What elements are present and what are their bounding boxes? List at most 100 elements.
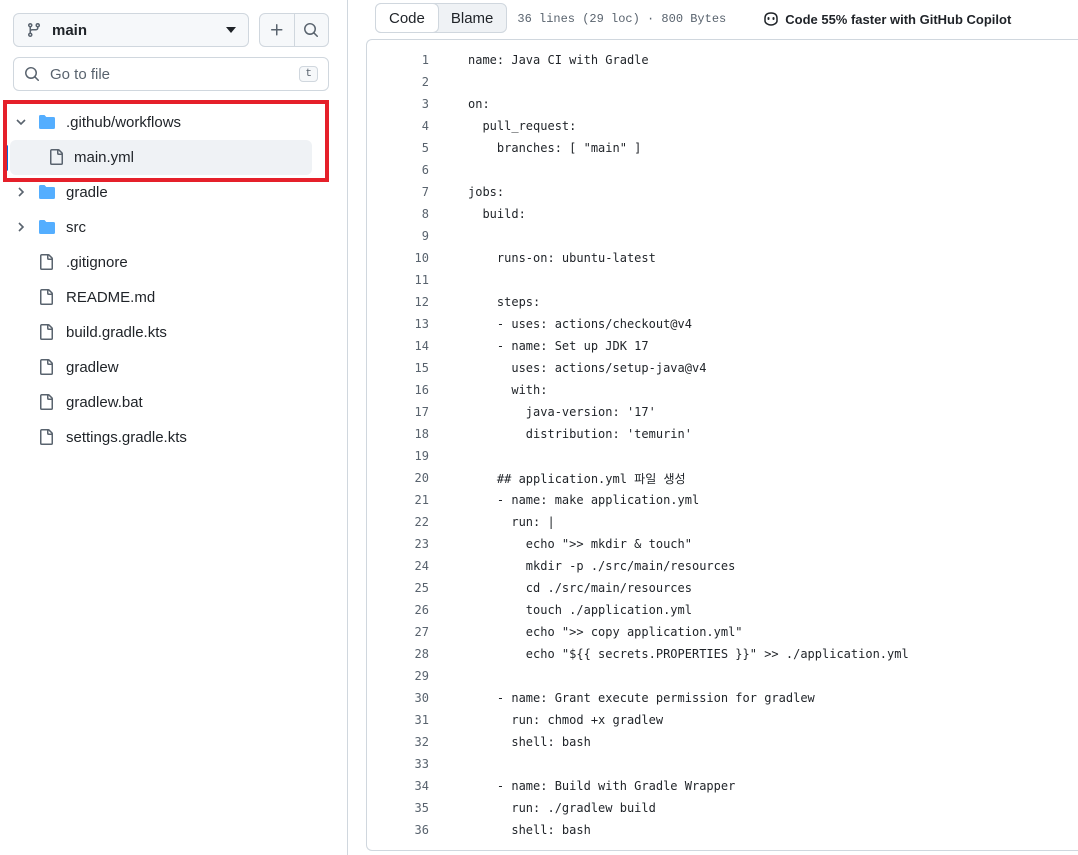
code-line: 26 touch ./application.yml [367,599,1078,621]
line-number[interactable]: 3 [367,97,429,111]
code-line: 20 ## application.yml 파일 생성 [367,467,1078,489]
line-number[interactable]: 10 [367,251,429,265]
line-number[interactable]: 14 [367,339,429,353]
line-number[interactable]: 36 [367,823,429,837]
line-number[interactable]: 33 [367,757,429,771]
code-text: touch ./application.yml [468,603,692,617]
line-number[interactable]: 8 [367,207,429,221]
code-text: run: chmod +x gradlew [468,713,664,727]
code-text: run: | [468,515,555,529]
code-text: steps: [468,295,541,309]
code-text: java-version: '17' [468,405,656,419]
tree-file[interactable]: gradlew [0,350,347,385]
line-number[interactable]: 34 [367,779,429,793]
line-number[interactable]: 35 [367,801,429,815]
line-number[interactable]: 26 [367,603,429,617]
line-number[interactable]: 28 [367,647,429,661]
code-line: 22 run: | [367,511,1078,533]
line-number[interactable]: 16 [367,383,429,397]
code-text: - name: Grant execute permission for gra… [468,691,815,705]
code-line: 4 pull_request: [367,115,1078,137]
code-line: 5 branches: [ "main" ] [367,137,1078,159]
code-text: - uses: actions/checkout@v4 [468,317,692,331]
line-number[interactable]: 2 [367,75,429,89]
code-line: 19 [367,445,1078,467]
folder-icon [38,184,56,200]
line-number[interactable]: 25 [367,581,429,595]
line-number[interactable]: 18 [367,427,429,441]
code-line: 8 build: [367,203,1078,225]
line-number[interactable]: 12 [367,295,429,309]
code-line: 3 on: [367,93,1078,115]
code-line: 23 echo ">> mkdir & touch" [367,533,1078,555]
line-number[interactable]: 7 [367,185,429,199]
tree-folder[interactable]: src [0,210,347,245]
line-number[interactable]: 29 [367,669,429,683]
code-line: 6 [367,159,1078,181]
code-text: shell: bash [468,735,591,749]
line-number[interactable]: 27 [367,625,429,639]
line-number[interactable]: 15 [367,361,429,375]
line-number[interactable]: 11 [367,273,429,287]
chevron-right-icon[interactable] [15,186,27,198]
code-line: 15 uses: actions/setup-java@v4 [367,357,1078,379]
line-number[interactable]: 9 [367,229,429,243]
add-file-button[interactable] [260,14,294,46]
line-number[interactable]: 5 [367,141,429,155]
line-number[interactable]: 6 [367,163,429,177]
keyboard-shortcut-hint: t [299,66,318,82]
tree-file[interactable]: .gitignore [0,245,347,280]
line-number[interactable]: 22 [367,515,429,529]
search-icon [304,23,319,37]
tree-file[interactable]: build.gradle.kts [0,315,347,350]
tree-item-label: gradlew.bat [66,394,143,411]
folder-icon [38,219,56,235]
chevron-down-icon[interactable] [15,116,27,128]
code-line: 30 - name: Grant execute permission for … [367,687,1078,709]
go-to-file-search[interactable]: t [13,57,329,91]
copilot-promo-link[interactable]: Code 55% faster with GitHub Copilot [762,11,1011,27]
tree-folder[interactable]: gradle [0,175,347,210]
line-number[interactable]: 13 [367,317,429,331]
code-text: on: [468,97,490,111]
file-icon [38,394,56,410]
code-line: 34 - name: Build with Gradle Wrapper [367,775,1078,797]
tree-file[interactable]: README.md [0,280,347,315]
view-mode-toggle: Code Blame [375,3,508,33]
line-number[interactable]: 32 [367,735,429,749]
tree-item-label: build.gradle.kts [66,324,167,341]
line-number[interactable]: 19 [367,449,429,463]
tree-item-label: src [66,219,86,236]
search-code-button[interactable] [293,14,329,46]
code-text: distribution: 'temurin' [468,427,692,441]
line-number[interactable]: 24 [367,559,429,573]
branch-selector-button[interactable]: main [13,13,249,47]
code-line: 12 steps: [367,291,1078,313]
code-text: run: ./gradlew build [468,801,656,815]
line-number[interactable]: 1 [367,53,429,67]
line-number[interactable]: 4 [367,119,429,133]
code-line: 27 echo ">> copy application.yml" [367,621,1078,643]
code-text: - name: Set up JDK 17 [468,339,649,353]
chevron-right-icon[interactable] [15,221,27,233]
tree-file[interactable]: main.yml [10,140,312,175]
code-line: 1 name: Java CI with Gradle [367,49,1078,71]
tree-file[interactable]: settings.gradle.kts [0,420,347,455]
file-icon [38,254,56,270]
line-number[interactable]: 17 [367,405,429,419]
tree-folder[interactable]: .github/workflows [0,105,347,140]
line-number[interactable]: 31 [367,713,429,727]
code-text: ## application.yml 파일 생성 [468,471,686,486]
tree-file[interactable]: gradlew.bat [0,385,347,420]
line-number[interactable]: 23 [367,537,429,551]
code-line: 17 java-version: '17' [367,401,1078,423]
line-number[interactable]: 30 [367,691,429,705]
go-to-file-input[interactable] [50,65,300,83]
line-number[interactable]: 21 [367,493,429,507]
git-branch-icon [26,22,42,38]
tab-blame[interactable]: Blame [438,4,507,32]
code-text: - name: make application.yml [468,493,700,507]
tab-code[interactable]: Code [375,3,439,33]
code-line: 2 [367,71,1078,93]
line-number[interactable]: 20 [367,471,429,485]
